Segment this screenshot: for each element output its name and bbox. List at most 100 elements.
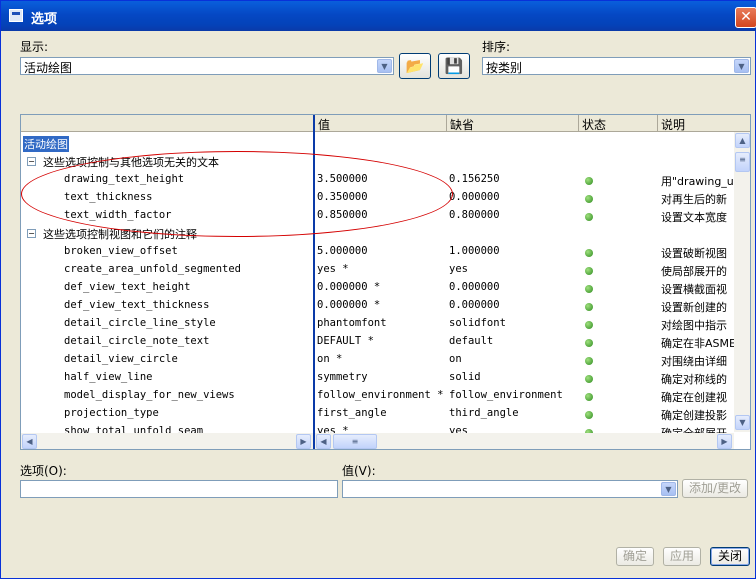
option-row[interactable]: detail_circle_note_text DEFAULT * default 确… xyxy=(21,333,750,351)
option-row[interactable]: broken_view_offset 5.000000 1.000000 设置破断视图 xyxy=(21,243,750,261)
options-dialog: 选项 ✕ 显示: 活动绘图 ▼ 📂 💾 排序: 按类别 ▼ 值 缺省 状态 说明… xyxy=(0,0,756,579)
col-header-value[interactable]: 值 xyxy=(318,116,330,133)
option-row[interactable]: model_display_for_new_views follow_enviro… xyxy=(21,387,750,405)
apply-button[interactable]: 应用 xyxy=(663,547,701,566)
option-row[interactable]: create_area_unfold_segmented yes * yes 使局部展… xyxy=(21,261,750,279)
close-window-button[interactable]: ✕ xyxy=(735,7,756,28)
status-ok-icon xyxy=(585,321,593,329)
option-default: solidfont xyxy=(449,317,506,329)
option-value: on * xyxy=(317,353,343,365)
chevron-down-icon[interactable]: ▼ xyxy=(377,59,392,73)
status-ok-icon xyxy=(585,213,593,221)
option-default: 0.156250 xyxy=(449,173,500,185)
display-value: 活动绘图 xyxy=(24,61,73,75)
option-desc: 对再生后的新 xyxy=(661,193,727,206)
option-desc: 设置破断视图 xyxy=(661,247,727,260)
option-desc: 确定创建投影 xyxy=(661,409,727,422)
option-value: follow_environment * xyxy=(317,389,444,401)
scroll-right-icon[interactable]: ▶ xyxy=(717,434,732,449)
col-header-default[interactable]: 缺省 xyxy=(450,116,474,133)
status-ok-icon xyxy=(585,285,593,293)
value-select[interactable]: ▼ xyxy=(342,480,678,498)
option-name: def_view_text_height xyxy=(64,281,191,293)
option-name: broken_view_offset xyxy=(64,245,178,257)
scroll-right-icon[interactable]: ▶ xyxy=(296,434,311,449)
option-default: 0.000000 xyxy=(449,299,500,311)
value-label: 值(V): xyxy=(342,464,376,478)
chevron-down-icon[interactable]: ▼ xyxy=(661,482,676,496)
option-value: DEFAULT * xyxy=(317,335,374,347)
ok-button[interactable]: 确定 xyxy=(616,547,654,566)
scroll-left-icon[interactable]: ◀ xyxy=(22,434,37,449)
scroll-up-icon[interactable]: ▲ xyxy=(735,133,750,148)
sort-label: 排序: xyxy=(482,40,511,54)
scroll-left-icon[interactable]: ◀ xyxy=(316,434,331,449)
display-select[interactable]: 活动绘图 ▼ xyxy=(20,57,394,75)
option-row[interactable]: def_view_text_thickness 0.000000 * 0.00000… xyxy=(21,297,750,315)
sort-select[interactable]: 按类别 ▼ xyxy=(482,57,751,75)
vertical-scrollbar[interactable]: ▲ ≡ ▼ xyxy=(734,132,750,432)
option-value: phantomfont xyxy=(317,317,387,329)
tree-root-row[interactable]: 活动绘图 xyxy=(21,135,750,153)
col-header-status[interactable]: 状态 xyxy=(582,116,606,133)
title-bar: 选项 ✕ xyxy=(1,1,756,31)
scroll-thumb[interactable]: ≡ xyxy=(333,434,377,449)
option-row[interactable]: half_view_line symmetry solid 确定对称线的 xyxy=(21,369,750,387)
option-input[interactable] xyxy=(20,480,338,498)
highlight-ellipse xyxy=(21,151,453,237)
option-default: 0.800000 xyxy=(449,209,500,221)
horizontal-scrollbar-left[interactable]: ◀ ▶ xyxy=(21,433,313,449)
option-default: 1.000000 xyxy=(449,245,500,257)
option-desc: 确定在非ASME xyxy=(661,337,736,350)
add-change-button[interactable]: 添加/更改 xyxy=(682,479,748,498)
status-ok-icon xyxy=(585,393,593,401)
status-ok-icon xyxy=(585,267,593,275)
option-row[interactable]: projection_type first_angle third_angle 确定创… xyxy=(21,405,750,423)
col-header-desc[interactable]: 说明 xyxy=(661,116,685,133)
status-ok-icon xyxy=(585,177,593,185)
option-desc: 用"drawing_u xyxy=(661,175,734,188)
app-icon xyxy=(9,9,23,22)
option-desc: 对围绕由详细 xyxy=(661,355,727,368)
option-row[interactable]: detail_view_circle on * on 对围绕由详细 xyxy=(21,351,750,369)
chevron-down-icon[interactable]: ▼ xyxy=(734,59,749,73)
option-default: 0.000000 xyxy=(449,191,500,203)
collapse-icon[interactable]: − xyxy=(27,229,36,238)
option-default: default xyxy=(449,335,494,347)
save-config-icon: 💾 xyxy=(444,57,464,75)
option-default: on xyxy=(449,353,462,365)
open-config-button[interactable]: 📂 xyxy=(399,53,431,79)
option-label: 选项(O): xyxy=(20,464,67,478)
window-title: 选项 xyxy=(31,12,58,27)
option-value: 0.000000 * xyxy=(317,299,381,311)
open-folder-icon: 📂 xyxy=(405,57,425,75)
option-value: 0.000000 * xyxy=(317,281,381,293)
status-ok-icon xyxy=(585,303,593,311)
option-name: create_area_unfold_segmented xyxy=(64,263,242,275)
option-name: detail_circle_note_text xyxy=(64,335,210,347)
scroll-down-icon[interactable]: ▼ xyxy=(735,415,750,430)
scroll-thumb[interactable]: ≡ xyxy=(735,152,750,172)
option-row[interactable]: def_view_text_height 0.000000 * 0.000000 设置… xyxy=(21,279,750,297)
option-value: symmetry xyxy=(317,371,368,383)
sort-value: 按类别 xyxy=(486,61,523,75)
option-desc: 确定对称线的 xyxy=(661,373,727,386)
save-config-button[interactable]: 💾 xyxy=(438,53,470,79)
option-name: half_view_line xyxy=(64,371,153,383)
option-name: detail_circle_line_style xyxy=(64,317,216,329)
option-row[interactable]: detail_circle_line_style phantomfont solid… xyxy=(21,315,750,333)
tree-root-label[interactable]: 活动绘图 xyxy=(23,136,69,152)
option-value: yes * xyxy=(317,263,349,275)
horizontal-scrollbar-right[interactable]: ◀ ≡ ▶ xyxy=(315,433,734,449)
option-desc: 确定在创建视 xyxy=(661,391,727,404)
collapse-icon[interactable]: − xyxy=(27,157,36,166)
option-name: model_display_for_new_views xyxy=(64,389,235,401)
option-desc: 对绘图中指示 xyxy=(661,319,727,332)
option-value: first_angle xyxy=(317,407,387,419)
close-button[interactable]: 关闭 xyxy=(710,547,750,566)
option-default: third_angle xyxy=(449,407,519,419)
option-default: 0.000000 xyxy=(449,281,500,293)
status-ok-icon xyxy=(585,411,593,419)
display-label: 显示: xyxy=(20,40,49,54)
option-name: detail_view_circle xyxy=(64,353,178,365)
